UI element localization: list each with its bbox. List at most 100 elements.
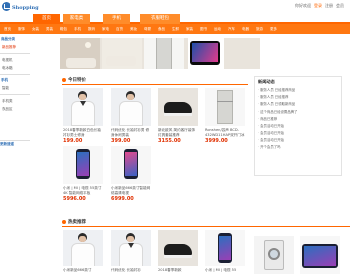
tv-screen [192, 43, 218, 62]
category-link[interactable]: 家电 [102, 27, 109, 32]
product-name[interactable]: 2018春季新款白色长袖衬衫男士修身 [63, 128, 103, 138]
product-image[interactable] [254, 236, 294, 274]
sidebar-item[interactable]: 电冰箱 [0, 64, 30, 72]
logo-text: Shopping [12, 5, 39, 11]
product-card[interactable]: 小米新品666英寸智能网络高清电视 6999.00 [111, 146, 151, 202]
news-item[interactable]: 开个会员了吗 [255, 144, 341, 151]
sidebar-item[interactable]: 电视机 [0, 56, 30, 64]
product-name[interactable]: Ronshen/容声 BCD-432WD11HAP双开门冰箱 [205, 128, 245, 138]
sofa-image [106, 56, 136, 66]
phone-screen [77, 152, 89, 176]
member-link[interactable]: 会员 [336, 3, 344, 9]
tab-home[interactable]: 首页 [33, 14, 60, 24]
section-title: 今日特价 [68, 78, 86, 83]
sidebar-item[interactable]: 新品推荐 [0, 43, 30, 51]
product-image [158, 88, 198, 126]
banner-image [144, 38, 184, 69]
left-sidebar: 商品分类 新品推荐 电视机 电冰箱 手机 智能 手机类 衣品区 更新速递 [0, 36, 30, 146]
category-link[interactable]: 更多 [270, 27, 277, 32]
product-name[interactable]: 小米 | MI | 电视 55英寸 4K 智能网络平板 [63, 186, 103, 196]
phone-screen [219, 236, 231, 260]
news-item[interactable]: 商品已推荐 [255, 115, 341, 122]
register-link[interactable]: 注册 [325, 3, 333, 9]
category-link[interactable]: 手机 [74, 27, 81, 32]
category-link[interactable]: 数码 [88, 27, 95, 32]
product-name[interactable]: 小米新品666英寸 [63, 268, 103, 274]
product-name[interactable]: 小米 | MI | 电视 55 [205, 268, 245, 274]
top-links: 你好欢迎 登录 注册 会员 [295, 3, 344, 9]
product-image [63, 146, 103, 184]
news-item[interactable]: 服务人员 已领取新商品 [255, 101, 341, 108]
category-link[interactable]: 食品 [158, 27, 165, 32]
category-link[interactable]: 图书 [200, 27, 207, 32]
category-link[interactable]: 美妆 [130, 27, 137, 32]
category-link[interactable]: 母婴 [144, 27, 151, 32]
sidebar-item[interactable]: 智能 [0, 84, 30, 92]
news-item[interactable]: 会员活动已开始 [255, 137, 341, 144]
top-bar: Shopping 你好欢迎 登录 注册 会员 [0, 0, 350, 14]
category-link[interactable]: 汽车 [228, 27, 235, 32]
category-link[interactable]: 男装 [46, 27, 53, 32]
product-card[interactable]: 代码优化 长袖衬衫 [111, 230, 151, 274]
news-item[interactable]: 会员活动已开始 [255, 122, 341, 129]
sidebar-heading: 商品分类 [1, 37, 15, 41]
section-bullet-icon [62, 220, 66, 224]
tab-appliances[interactable]: 家电类 [63, 14, 90, 24]
product-image [205, 230, 245, 266]
product-card[interactable]: 新北欧风 简约客厅装饰灯具套装推荐 3155.00 [158, 88, 198, 144]
sidebar-heading: 手机 [1, 78, 8, 82]
news-item[interactable]: 服务人员 已经推荐商品 [255, 87, 341, 94]
product-card[interactable]: 代码优化 长袖衬衫男 修身休闲男装 399.00 [111, 88, 151, 144]
product-card[interactable]: 小米新品666英寸 [63, 230, 103, 274]
product-name[interactable]: 新北欧风 简约客厅装饰灯具套装推荐 [158, 128, 198, 138]
category-link[interactable]: 运动 [214, 27, 221, 32]
category-link[interactable]: 电器 [242, 27, 249, 32]
promo-banner[interactable] [60, 38, 260, 69]
main-nav: 首页 家电类 手机 衣服鞋包 [0, 14, 350, 24]
news-panel: 新闻动态 服务人员 已经推荐商品 服务人员 已经推荐 服务人员 已领取新商品 这… [254, 76, 342, 176]
category-link[interactable]: 家装 [186, 27, 193, 32]
news-item[interactable]: 服务人员 已经推荐 [255, 94, 341, 101]
tv-screen [304, 246, 336, 266]
category-link[interactable]: 生鲜 [172, 27, 179, 32]
tab-phones[interactable]: 手机 [103, 14, 130, 24]
product-image [111, 230, 151, 266]
section-header-today: 今日特价 [62, 76, 248, 85]
category-bar: 首页 服饰 女装 男装 鞋包 手机 数码 家电 百货 美妆 母婴 食品 生鲜 家… [0, 24, 350, 34]
product-card[interactable]: 小米 | MI | 电视 55英寸 4K 智能网络平板 5996.00 [63, 146, 103, 202]
divider [0, 94, 30, 95]
product-card[interactable]: 小米 | MI | 电视 55 [205, 230, 245, 274]
shirt-image [119, 101, 143, 126]
product-name[interactable]: 小米新品666英寸智能网络高清电视 [111, 186, 151, 196]
divider [0, 74, 30, 75]
banner-image [60, 38, 100, 69]
product-image [111, 88, 151, 126]
sidebar-footer[interactable]: 更新速递 [0, 140, 30, 147]
product-card[interactable]: Ronshen/容声 BCD-432WD11HAP双开门冰箱 3999.00 [205, 88, 245, 144]
product-name[interactable]: 代码优化 长袖衬衫男 修身休闲男装 [111, 128, 151, 138]
category-link[interactable]: 鞋包 [60, 27, 67, 32]
product-card[interactable]: 2018春季新款 [158, 230, 198, 274]
category-link[interactable]: 女装 [32, 27, 39, 32]
category-link[interactable]: 首页 [4, 27, 11, 32]
product-image[interactable] [300, 236, 340, 274]
product-name[interactable]: 2018春季新款 [158, 268, 198, 274]
product-name[interactable]: 代码优化 长袖衬衫 [111, 268, 151, 274]
product-price: 3999.00 [205, 138, 228, 144]
sofa-image [66, 58, 96, 68]
category-link[interactable]: 服饰 [18, 27, 25, 32]
lamp-image [85, 42, 91, 48]
sidebar-item[interactable]: 衣品区 [0, 105, 30, 113]
news-item[interactable]: 会员活动已开始 [255, 130, 341, 137]
site-logo[interactable]: Shopping [2, 2, 39, 13]
category-link[interactable]: 旅游 [256, 27, 263, 32]
category-link[interactable]: 百货 [116, 27, 123, 32]
product-card[interactable]: 2018春季新款白色长袖衬衫男士修身 199.00 [63, 88, 103, 144]
tab-clothing[interactable]: 衣服鞋包 [140, 14, 180, 24]
login-link[interactable]: 登录 [314, 3, 322, 9]
product-image [63, 88, 103, 126]
product-image [158, 230, 198, 266]
banner-image [188, 38, 224, 69]
news-item[interactable]: 这个商品已经设置品牌了 [255, 108, 341, 115]
sidebar-item[interactable]: 手机类 [0, 97, 30, 105]
